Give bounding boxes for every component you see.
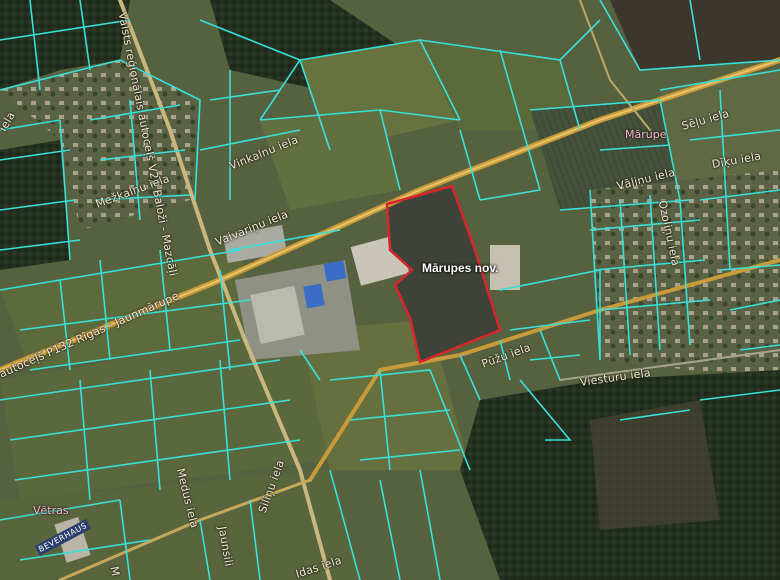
town-label-vetras: Vētras	[33, 504, 69, 517]
street-label-edge-bottom: M	[107, 565, 123, 578]
blue-roof	[323, 260, 347, 282]
town-label-marupe: Mārupe	[625, 128, 667, 141]
blue-roof	[303, 283, 325, 309]
field	[610, 0, 780, 70]
map-imagery	[0, 0, 780, 580]
cadastral-map[interactable]: Valsts reģionālais autoceļš V22 Baloži -…	[0, 0, 780, 580]
highlighted-plot-label: Mārupes nov.	[422, 261, 499, 275]
clearing	[590, 400, 720, 530]
